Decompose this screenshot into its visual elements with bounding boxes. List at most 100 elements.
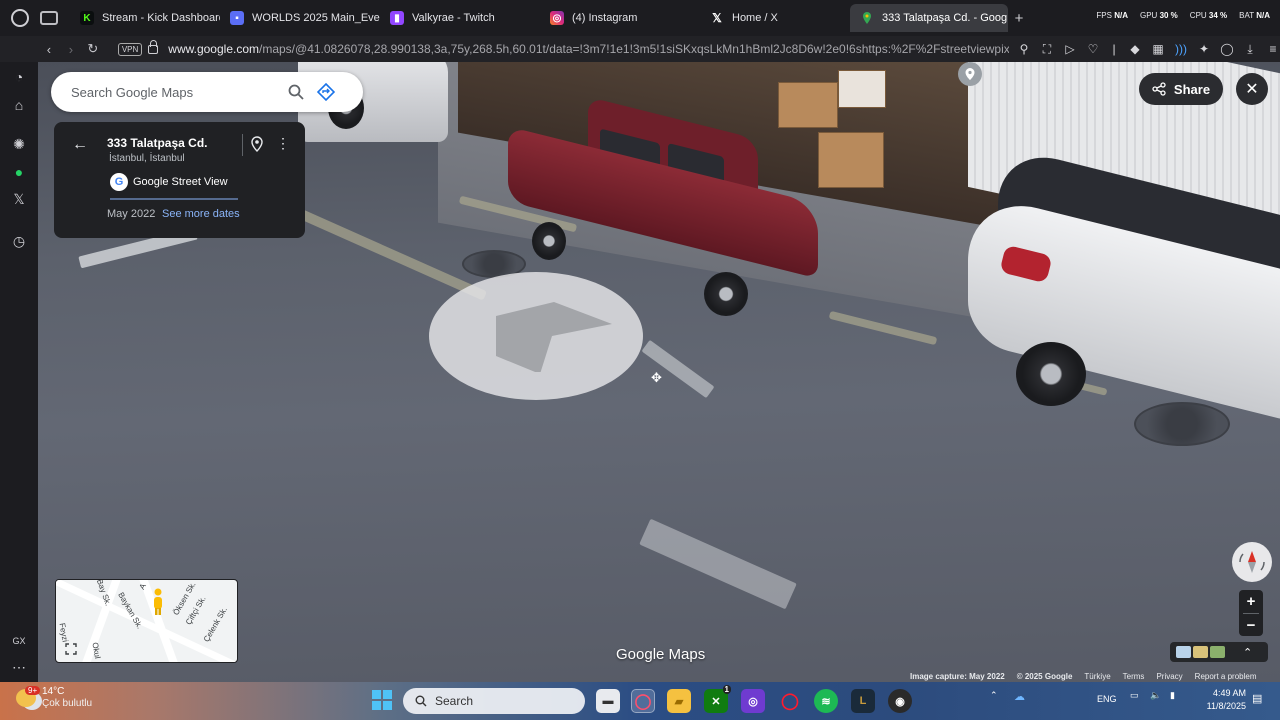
history-icon[interactable]: ◷ [10, 232, 28, 250]
tab-label: WORLDS 2025 Main_Eve [252, 12, 380, 24]
zoom-out-button[interactable]: − [1239, 614, 1263, 637]
taskbar-search-label: Search [435, 694, 474, 708]
chatgpt-icon[interactable]: ✺ [10, 135, 28, 153]
clock[interactable]: 4:49 AM 11/8/2025 [1196, 687, 1246, 713]
report-problem-link[interactable]: Report a problem [1195, 672, 1257, 681]
imagery-strip[interactable]: ⌃ [1170, 642, 1268, 662]
google-maps-icon [860, 11, 874, 25]
spotify-icon[interactable]: ≋ [814, 689, 838, 713]
battery-icon[interactable]: ▮ [1170, 690, 1175, 701]
tab-label: Stream - Kick Dashboard [102, 12, 220, 24]
screenshot-icon[interactable]: ⛶ [1040, 42, 1054, 56]
league-of-legends-icon[interactable]: L [851, 689, 875, 713]
more-options-icon[interactable]: ⋮ [276, 135, 290, 152]
download-icon[interactable]: ⤓ [1243, 42, 1257, 56]
app-icon[interactable]: ◎ [741, 689, 765, 713]
browser-sidebar: ◔ ⌂ ✺ ● 𝕏 ◷ GX ⋯ [0, 62, 38, 682]
xbox-icon[interactable]: ✕ 1 [704, 685, 731, 713]
audio-icon[interactable]: ))) [1174, 42, 1188, 56]
whatsapp-icon[interactable]: ● [10, 163, 28, 181]
heart-icon[interactable]: ♡ [1086, 42, 1100, 56]
workspaces-icon[interactable] [40, 11, 58, 25]
network-icon[interactable]: ▭ [1130, 690, 1139, 701]
opera-icon[interactable]: ◯ [778, 689, 802, 713]
image-capture-label: Image capture: May 2022 [910, 671, 1005, 681]
close-street-view-button[interactable]: ✕ [1236, 73, 1268, 105]
obs-icon[interactable]: ◉ [888, 689, 912, 713]
divider [110, 198, 238, 200]
search-icon[interactable] [281, 77, 311, 107]
puzzle-icon[interactable]: ✦ [1197, 42, 1211, 56]
tab-worlds[interactable]: ▪ WORLDS 2025 Main_Eve [220, 4, 380, 32]
parked-red-car [508, 96, 828, 316]
speed-dial-icon[interactable]: ◔ [10, 68, 28, 86]
onedrive-icon[interactable]: ☁ [1014, 690, 1025, 703]
imagery-thumbnail[interactable] [1176, 646, 1191, 658]
street-label: Çelenk Sk. [201, 605, 229, 644]
battery-readout: BAT N/A [1239, 10, 1270, 20]
tab-instagram[interactable]: ◎ (4) Instagram [540, 4, 700, 32]
navigation-chevron-icon[interactable] [494, 302, 614, 372]
zoom-in-button[interactable]: + [1239, 590, 1263, 613]
privacy-link[interactable]: Privacy [1156, 672, 1182, 681]
tab-twitch[interactable]: ▮ Valkyrae - Twitch [380, 4, 540, 32]
tab-x[interactable]: 𝕏 Home / X [700, 4, 850, 32]
tray-chevron-icon[interactable]: ⌃ [990, 690, 998, 701]
more-icon[interactable]: ⋯ [10, 658, 28, 676]
imagery-thumbnail[interactable] [1210, 646, 1225, 658]
notifications-icon[interactable]: ▤ [1252, 692, 1262, 705]
file-explorer-icon[interactable]: ▰ [667, 689, 691, 713]
expand-map-icon[interactable] [62, 640, 80, 658]
new-tab-button[interactable]: + [1008, 10, 1030, 27]
capture-date: May 2022 [107, 208, 156, 220]
date: 11/8/2025 [1206, 701, 1246, 711]
vpn-badge[interactable]: VPN [117, 42, 143, 56]
search-input[interactable] [71, 84, 281, 100]
tab-kick[interactable]: K Stream - Kick Dashboard [70, 4, 220, 32]
country-link[interactable]: Türkiye [1084, 672, 1110, 681]
notification-badge: 9+ [25, 686, 41, 695]
url-field[interactable]: www.google.com/maps/@41.0826078,28.99013… [168, 42, 1009, 56]
see-more-dates-link[interactable]: See more dates [162, 208, 240, 220]
language-indicator[interactable]: ENG [1097, 694, 1117, 704]
reload-icon[interactable]: ↻ [82, 41, 104, 57]
play-icon[interactable]: ▷ [1063, 42, 1077, 56]
weather-widget[interactable]: 9+ 14°C Çok bulutlu [16, 686, 92, 710]
x-sidebar-icon[interactable]: 𝕏 [10, 190, 28, 208]
pin-icon[interactable]: ⚲ [1017, 42, 1031, 56]
tab-google-maps[interactable]: 333 Talatpaşa Cd. - Goog [850, 4, 1008, 32]
gx-control-icon[interactable]: ⌂ [10, 96, 28, 114]
task-view-icon[interactable]: ▬ [596, 689, 620, 713]
location-pin-icon[interactable] [251, 136, 263, 157]
imagery-thumbnail[interactable] [1193, 646, 1208, 658]
pegman-icon[interactable] [152, 588, 164, 616]
windows-start-icon[interactable] [372, 690, 392, 710]
back-arrow-icon[interactable]: ← [72, 136, 88, 154]
google-g-icon: G [110, 173, 128, 191]
taskbar-search[interactable]: Search [403, 688, 585, 714]
profile-icon[interactable]: ◯ [1220, 42, 1234, 56]
browser-tab-bar: K Stream - Kick Dashboard ▪ WORLDS 2025 … [0, 0, 1280, 36]
location-marker-icon[interactable] [958, 62, 982, 86]
directions-icon[interactable] [311, 77, 341, 107]
qr-icon[interactable]: ▦ [1151, 42, 1165, 56]
compass-icon[interactable] [1232, 542, 1272, 582]
terms-link[interactable]: Terms [1123, 672, 1145, 681]
lock-icon[interactable] [148, 39, 159, 54]
url-path: /maps/@41.0826078,28.990138,3a,75y,268.5… [259, 42, 1009, 56]
maps-search-box [51, 72, 363, 112]
minimap[interactable]: Bay Sk. Baykan Sk. Okul Feyzi Öksen Sk. … [55, 579, 238, 663]
gx-label[interactable]: GX [10, 632, 28, 650]
menu-icon[interactable]: ≡ [1266, 42, 1280, 56]
opera-gx-logo-icon[interactable] [0, 9, 40, 27]
gpu-readout: GPU 30 % [1139, 10, 1178, 20]
forward-icon[interactable]: › [60, 42, 82, 57]
expand-up-icon[interactable]: ⌃ [1243, 646, 1252, 659]
extension-icon[interactable]: ◆ [1128, 42, 1142, 56]
opera-gx-taskbar-icon[interactable]: ◯ [631, 689, 655, 713]
map-footer: Image capture: May 2022 © 2025 Google Tü… [910, 670, 1256, 682]
back-icon[interactable]: ‹ [38, 42, 60, 57]
place-title[interactable]: 333 Talatpaşa Cd. [107, 136, 208, 150]
volume-icon[interactable]: 🔈 [1150, 690, 1161, 701]
share-button[interactable]: Share [1139, 73, 1223, 105]
